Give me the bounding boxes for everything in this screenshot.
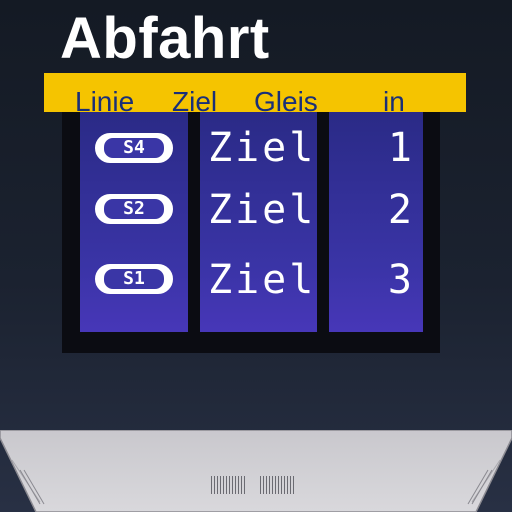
minutes-label: 3 — [340, 260, 412, 300]
minutes-label: 2 — [340, 190, 412, 230]
line-label: S4 — [104, 138, 164, 158]
line-badge-icon: S2 — [95, 194, 173, 224]
destination-label: Ziel — [208, 125, 317, 171]
vent-grille-icon — [211, 476, 245, 494]
line-label: S2 — [104, 199, 164, 219]
destination-label: Ziel — [208, 257, 317, 303]
header-track: Gleis — [254, 86, 318, 117]
header-minutes: in — [383, 86, 405, 117]
header-destination: Ziel — [172, 86, 218, 117]
line-badge-icon: S4 — [95, 133, 173, 163]
board-housing — [0, 430, 512, 512]
board-title: Abfahrt — [60, 6, 270, 71]
vent-grille-icon — [260, 476, 294, 494]
minutes-label: 1 — [340, 128, 412, 168]
line-badge-icon: S1 — [95, 264, 173, 294]
header-line: Linie — [75, 86, 135, 117]
line-label: S1 — [104, 269, 164, 289]
destination-label: Ziel — [208, 187, 317, 233]
